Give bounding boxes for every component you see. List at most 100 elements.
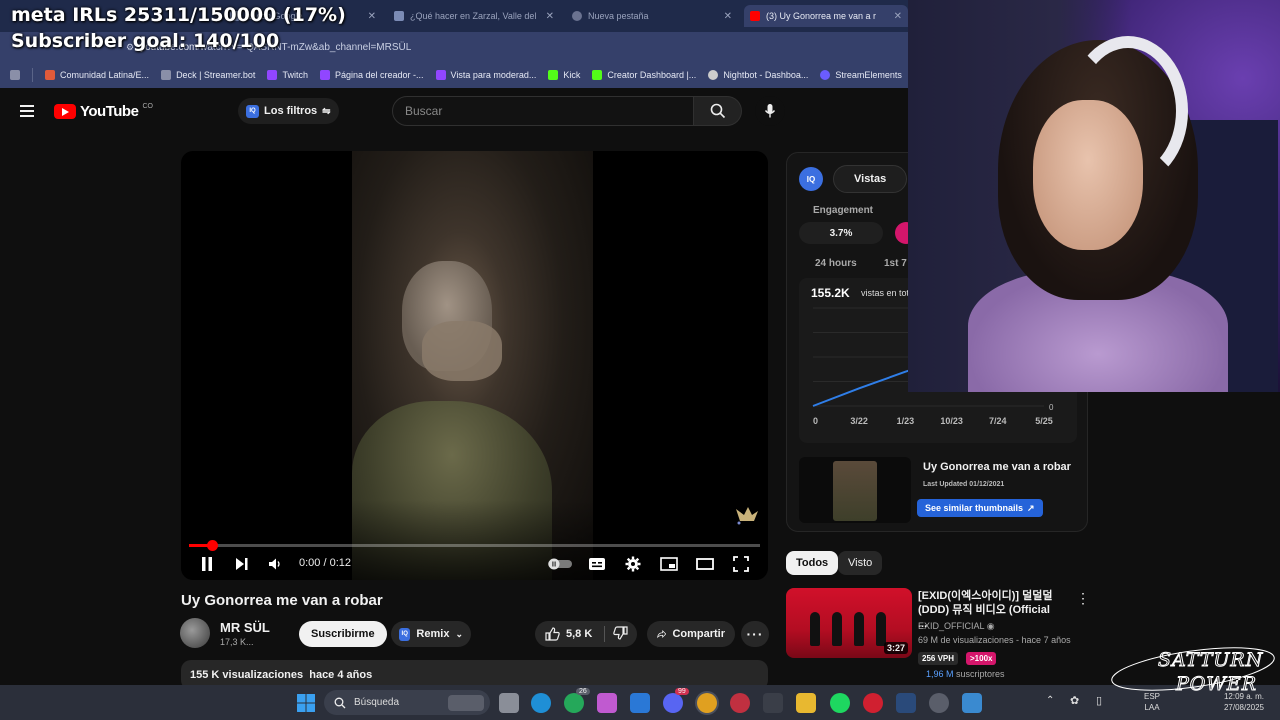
youtube-favicon-icon <box>750 11 760 21</box>
stream-goal-irl: meta IRLs 25311/150000 (17%) <box>11 4 346 26</box>
chip-watched[interactable]: Visto <box>838 551 883 575</box>
youtube-logo[interactable]: YouTube CO <box>54 103 153 120</box>
bookmark-favicon-icon <box>548 70 559 80</box>
player-controls: 0:00 / 0:12 <box>181 552 768 576</box>
bookmark-item[interactable]: Nightbot - Dashboa... <box>708 70 808 80</box>
filters-button[interactable]: IQ Los filtros ⇋ <box>238 98 339 124</box>
recommended-thumbnail[interactable]: 3:27 <box>786 588 912 658</box>
file-explorer-icon[interactable] <box>796 693 816 713</box>
remix-button[interactable]: IQ Remix ⌄ <box>391 621 471 647</box>
spotify-icon[interactable] <box>830 693 850 713</box>
browser-tab[interactable]: ¿Qué hacer en Zarzal, Valle del ✕ <box>388 5 560 27</box>
miniplayer-button[interactable] <box>657 552 681 576</box>
bookmarks-grid-icon[interactable] <box>10 70 20 80</box>
bookmark-item[interactable]: Deck | Streamer.bot <box>161 70 255 80</box>
task-view-icon[interactable] <box>499 693 519 713</box>
similar-thumbnails-button[interactable]: See similar thumbnails ↗ <box>917 499 1043 517</box>
tab-views[interactable]: Vistas <box>833 165 908 193</box>
like-button[interactable]: 5,8 K <box>545 627 592 641</box>
volume-button[interactable] <box>263 552 287 576</box>
similar-thumbnails-label: See similar thumbnails <box>925 503 1024 513</box>
youtube-wordmark: YouTube <box>80 103 139 120</box>
chart-x-tick-label: 1/23 <box>897 416 915 426</box>
video-subject-hand <box>422 321 502 381</box>
chrome-icon[interactable] <box>697 693 717 713</box>
bookmark-item[interactable]: Página del creador -... <box>319 70 424 80</box>
share-button[interactable]: Compartir <box>647 621 735 647</box>
iq-icon: IQ <box>246 104 259 118</box>
close-tab-icon[interactable]: ✕ <box>724 11 732 22</box>
obs-icon[interactable] <box>730 693 750 713</box>
screen: ar con Google ✕ ¿Qué hacer en Zarzal, Va… <box>0 0 1280 720</box>
iq-icon: IQ <box>399 627 411 641</box>
chip-all[interactable]: Todos <box>786 551 839 575</box>
tray-app-icon[interactable]: ✿ <box>1070 694 1079 707</box>
bookmark-item[interactable]: Twitch <box>267 70 308 80</box>
bookmark-label: Deck | Streamer.bot <box>176 70 256 80</box>
bookmark-item[interactable]: Kick <box>548 70 580 80</box>
chevron-down-icon: ⌄ <box>455 628 463 639</box>
theater-mode-button[interactable] <box>693 552 717 576</box>
search-highlight-icon <box>448 694 484 711</box>
iq-logo-icon[interactable]: IQ <box>799 167 823 191</box>
close-tab-icon[interactable]: ✕ <box>368 11 376 22</box>
youtube-play-icon <box>54 104 76 119</box>
bookmark-item[interactable]: Creator Dashboard |... <box>592 70 696 80</box>
outlier-badge: >100x <box>966 652 997 665</box>
tray-chevron-up-icon[interactable]: ⌃ <box>1046 695 1054 706</box>
progress-scrubber[interactable] <box>206 540 218 551</box>
subscribe-button[interactable]: Suscribirme <box>299 621 387 647</box>
new-tab-favicon-icon <box>572 11 582 21</box>
outlook-icon[interactable] <box>630 693 650 713</box>
steam-icon[interactable] <box>896 693 916 713</box>
voice-search-button[interactable] <box>755 96 785 126</box>
bookmark-item[interactable]: Comunidad Latina/E... <box>45 70 149 80</box>
channel-avatar[interactable] <box>180 618 210 648</box>
app-icon[interactable] <box>763 693 783 713</box>
channel-watermark-icon[interactable] <box>734 503 760 525</box>
bookmark-favicon-icon <box>45 70 55 80</box>
pause-button[interactable] <box>195 552 219 576</box>
tray-battery-icon[interactable]: ▯ <box>1096 694 1102 707</box>
edge-icon[interactable] <box>531 693 551 713</box>
channel-name[interactable]: MR SÜL <box>220 620 270 635</box>
recommended-channel[interactable]: EXID_OFFICIAL ◉ <box>918 621 995 632</box>
close-tab-icon[interactable]: ✕ <box>546 11 554 22</box>
video-thumbnail[interactable] <box>799 457 911 523</box>
bookmark-label: StreamElements <box>835 70 902 80</box>
share-label: Compartir <box>672 628 725 640</box>
bookmark-label: Nightbot - Dashboa... <box>723 70 809 80</box>
browser-tab-active[interactable]: (3) Uy Gonorrea me van a r ✕ <box>744 5 908 27</box>
discord-icon[interactable] <box>663 693 683 713</box>
progress-bar[interactable] <box>189 540 760 551</box>
browser-tab[interactable]: Nueva pestaña ✕ <box>566 5 738 27</box>
menu-icon[interactable] <box>20 105 34 117</box>
settings-button[interactable] <box>621 552 645 576</box>
video-player[interactable]: 0:00 / 0:12 <box>181 151 768 580</box>
chart-x-tick-label: 0 <box>813 416 818 426</box>
settings-app-icon[interactable] <box>929 693 949 713</box>
search-icon <box>334 697 346 708</box>
watermark-line1: SATTURN <box>1158 649 1264 671</box>
subtitles-button[interactable] <box>585 552 609 576</box>
close-tab-icon[interactable]: ✕ <box>894 11 902 22</box>
more-vertical-icon[interactable]: ⋮ <box>1076 590 1090 607</box>
fullscreen-button[interactable] <box>729 552 753 576</box>
search-button[interactable] <box>694 96 742 126</box>
search-input[interactable] <box>392 96 694 126</box>
autoplay-toggle[interactable] <box>545 552 575 576</box>
whatsapp-icon[interactable] <box>564 693 584 713</box>
next-button[interactable] <box>230 552 254 576</box>
dislike-button[interactable] <box>613 625 628 643</box>
bookmark-item[interactable]: StreamElements <box>820 70 902 80</box>
more-actions-button[interactable]: ··· <box>741 621 769 647</box>
notepad-icon[interactable] <box>962 693 982 713</box>
app-red-icon[interactable] <box>863 693 883 713</box>
bookmark-item[interactable]: Vista para moderad... <box>435 70 536 80</box>
thumbnail-figure <box>832 612 842 646</box>
tab-label: (3) Uy Gonorrea me van a r <box>766 11 877 21</box>
copilot-icon[interactable] <box>597 693 617 713</box>
taskbar-search[interactable]: Búsqueda <box>324 690 490 715</box>
range-24h[interactable]: 24 hours <box>815 258 857 269</box>
windows-start-icon[interactable] <box>296 693 316 713</box>
